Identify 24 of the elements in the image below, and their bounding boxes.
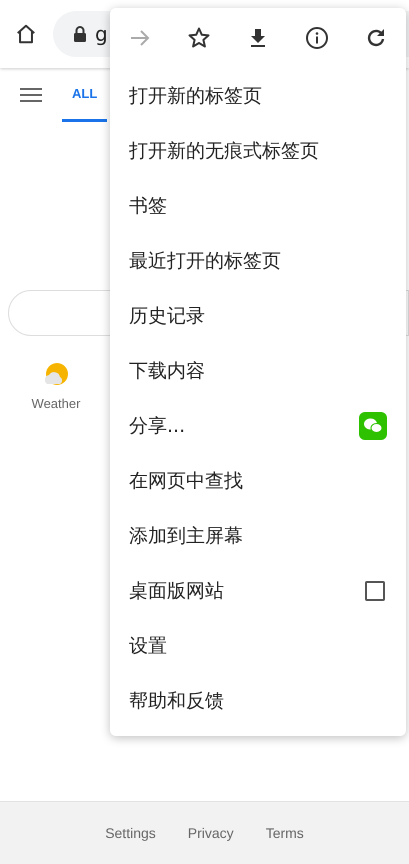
- menu-item[interactable]: 打开新的标签页: [110, 68, 406, 123]
- footer-link[interactable]: Settings: [105, 825, 156, 841]
- menu-icon[interactable]: [20, 87, 42, 103]
- menu-item[interactable]: 帮助和反馈: [110, 673, 406, 728]
- checkbox[interactable]: [365, 580, 385, 600]
- info-icon[interactable]: [305, 26, 329, 50]
- footer-link[interactable]: Terms: [266, 825, 304, 841]
- lock-icon: [73, 25, 87, 43]
- menu-item[interactable]: 分享...: [110, 398, 406, 453]
- tab[interactable]: ALL: [62, 68, 108, 122]
- menu-item[interactable]: 书签: [110, 178, 406, 233]
- menu-item[interactable]: 历史记录: [110, 288, 406, 343]
- menu-item[interactable]: 桌面版网站: [110, 563, 406, 618]
- menu-item[interactable]: 最近打开的标签页: [110, 233, 406, 288]
- menu-item[interactable]: 在网页中查找: [110, 453, 406, 508]
- menu-item[interactable]: 下载内容: [110, 343, 406, 398]
- footer-link[interactable]: Privacy: [188, 825, 234, 841]
- menu-item[interactable]: 添加到主屏幕: [110, 508, 406, 563]
- menu-item[interactable]: 打开新的无痕式标签页: [110, 123, 406, 178]
- menu-item[interactable]: 设置: [110, 618, 406, 673]
- home-icon[interactable]: [15, 23, 37, 45]
- shortcut-label[interactable]: Weather: [32, 396, 80, 411]
- star-icon[interactable]: [187, 26, 211, 50]
- url-text: g: [95, 22, 108, 46]
